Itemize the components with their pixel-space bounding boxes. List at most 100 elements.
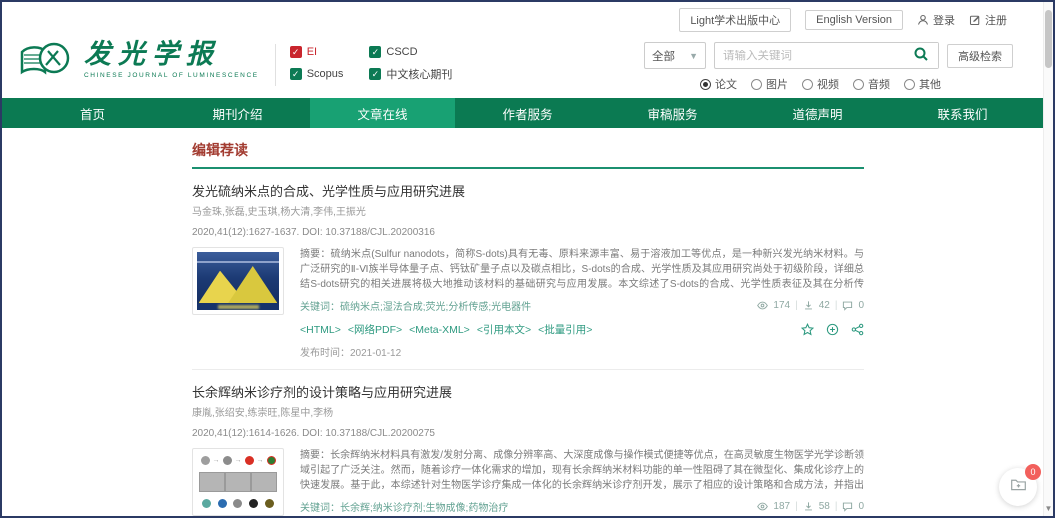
radio-icon bbox=[700, 79, 711, 90]
checkbox-icon: ✓ bbox=[369, 68, 381, 80]
nav-item-review-services[interactable]: 审稿服务 bbox=[600, 98, 745, 128]
login-label: 登录 bbox=[933, 12, 955, 28]
search-type-radios: 论文 图片 视频 音频 其他 bbox=[700, 76, 941, 92]
nav-item-author-services[interactable]: 作者服务 bbox=[455, 98, 600, 128]
header-divider bbox=[275, 44, 276, 86]
article-thumbnail[interactable] bbox=[192, 247, 284, 315]
article-item: 发光硫纳米点的合成、光学性质与应用研究进展 马金珠,张磊,史玉琪,杨大清,李伟,… bbox=[192, 169, 864, 370]
publish-time: 发布时间：2021-01-12 bbox=[300, 344, 864, 359]
nav-item-journal-intro[interactable]: 期刊介绍 bbox=[165, 98, 310, 128]
radio-label: 音频 bbox=[868, 76, 890, 92]
nav-item-articles-online[interactable]: 文章在线 bbox=[310, 98, 455, 128]
english-version-button[interactable]: English Version bbox=[805, 10, 903, 30]
search-scope-value: 全部 bbox=[652, 48, 675, 64]
advanced-search-button[interactable]: 高级检索 bbox=[947, 44, 1013, 68]
article-citation-doi: 2020,41(12):1627-1637. DOI: 10.37188/CJL… bbox=[192, 227, 864, 238]
radio-icon bbox=[802, 79, 813, 90]
views-count: 187 bbox=[773, 501, 790, 512]
radio-video[interactable]: 视频 bbox=[802, 76, 839, 92]
views-icon bbox=[757, 300, 768, 311]
batch-cite-link[interactable]: <批量引用> bbox=[538, 322, 592, 337]
journal-homepage: Light学术出版中心 English Version 登录 注册 发光学报 bbox=[0, 0, 1055, 518]
article-authors: 康胤,张绍安,练崇旺,陈星中,李杨 bbox=[192, 404, 864, 419]
views-count: 174 bbox=[773, 300, 790, 311]
article-title[interactable]: 发光硫纳米点的合成、光学性质与应用研究进展 bbox=[192, 181, 864, 200]
register-icon bbox=[969, 14, 981, 26]
comments-count: 0 bbox=[858, 300, 864, 311]
nav-item-contact-us[interactable]: 联系我们 bbox=[890, 98, 1035, 128]
search-input[interactable] bbox=[715, 50, 904, 62]
user-icon bbox=[917, 14, 929, 26]
radio-label: 图片 bbox=[766, 76, 788, 92]
article-keywords: 关键词：硫纳米点;湿法合成;荧光;分析传感;光电器件 bbox=[300, 298, 531, 313]
journal-logo[interactable]: 发光学报 CHINESE JOURNAL OF LUMINESCENCE bbox=[18, 38, 259, 82]
keywords-row: 关键词：长余辉;纳米诊疗剂;生物成像;药物治疗 187 | 58 | 0 bbox=[300, 499, 864, 514]
scrollbar-down-arrow-icon[interactable]: ▼ bbox=[1044, 504, 1053, 513]
download-icon bbox=[803, 501, 814, 512]
radio-other[interactable]: 其他 bbox=[904, 76, 941, 92]
favorite-star-icon[interactable] bbox=[801, 323, 814, 336]
checkbox-icon: ✓ bbox=[290, 46, 302, 58]
article-thumbnail[interactable]: → → → bbox=[192, 448, 284, 516]
sulfur-piles-image bbox=[197, 252, 279, 310]
radio-paper[interactable]: 论文 bbox=[700, 76, 737, 92]
article-body: → → → bbox=[192, 448, 864, 518]
comments-icon bbox=[842, 501, 853, 512]
search-button[interactable] bbox=[904, 43, 938, 68]
search-row: 全部 ▼ 高级检索 bbox=[644, 42, 1013, 69]
top-utility-bar: Light学术出版中心 English Version 登录 注册 bbox=[2, 2, 1053, 36]
article-action-icons bbox=[801, 323, 864, 336]
article-citation-doi: 2020,41(12):1614-1626. DOI: 10.37188/CJL… bbox=[192, 428, 864, 439]
collection-float-button[interactable]: 0 bbox=[999, 468, 1037, 506]
journal-name-cn: 发光学报 bbox=[84, 41, 259, 69]
search-zone: 全部 ▼ 高级检索 论文 图片 bbox=[644, 42, 1013, 92]
pdf-link[interactable]: <网络PDF> bbox=[348, 322, 402, 337]
register-link[interactable]: 注册 bbox=[969, 12, 1007, 28]
radio-icon bbox=[751, 79, 762, 90]
journal-logo-book-icon bbox=[18, 38, 76, 82]
nav-item-home[interactable]: 首页 bbox=[20, 98, 165, 128]
article-right-column: 摘要：硫纳米点(Sulfur nanodots，简称S-dots)具有无毒、原料… bbox=[300, 247, 864, 359]
index-badges: ✓ EI ✓ CSCD ✓ Scopus ✓ 中文核心期刊 bbox=[290, 46, 453, 82]
meta-xml-link[interactable]: <Meta-XML> bbox=[409, 324, 470, 336]
checkbox-icon: ✓ bbox=[369, 46, 381, 58]
article-abstract: 摘要：硫纳米点(Sulfur nanodots，简称S-dots)具有无毒、原料… bbox=[300, 247, 864, 292]
login-link[interactable]: 登录 bbox=[917, 12, 955, 28]
article-abstract: 摘要：长余辉纳米材料具有激发/发射分离、成像分辨率高、大深度成像与操作模式便捷等… bbox=[300, 448, 864, 493]
radio-label: 视频 bbox=[817, 76, 839, 92]
comments-icon bbox=[842, 300, 853, 311]
radio-audio[interactable]: 音频 bbox=[853, 76, 890, 92]
nav-item-ethics-statement[interactable]: 道德声明 bbox=[745, 98, 890, 128]
radio-image[interactable]: 图片 bbox=[751, 76, 788, 92]
cite-article-link[interactable]: <引用本文> bbox=[477, 322, 531, 337]
badge-ei: ✓ EI bbox=[290, 46, 344, 58]
journal-title-block: 发光学报 CHINESE JOURNAL OF LUMINESCENCE bbox=[84, 41, 259, 78]
article-body: 摘要：硫纳米点(Sulfur nanodots，简称S-dots)具有无毒、原料… bbox=[192, 247, 864, 359]
article-links-row: <HTML> <网络PDF> <Meta-XML> <引用本文> <批量引用> bbox=[300, 322, 864, 337]
keywords-row: 关键词：硫纳米点;湿法合成;荧光;分析传感;光电器件 174 | 42 | 0 bbox=[300, 298, 864, 313]
radio-icon bbox=[853, 79, 864, 90]
article-title[interactable]: 长余辉纳米诊疗剂的设计策略与应用研究进展 bbox=[192, 382, 864, 401]
html-link[interactable]: <HTML> bbox=[300, 324, 341, 336]
share-icon[interactable] bbox=[851, 323, 864, 336]
badge-label: Scopus bbox=[307, 68, 344, 80]
nanoparticle-scheme-image: → → → bbox=[197, 453, 279, 511]
page-scrollbar[interactable]: ▼ bbox=[1043, 2, 1053, 516]
radio-label: 论文 bbox=[715, 76, 737, 92]
scrollbar-thumb[interactable] bbox=[1045, 10, 1052, 68]
search-box bbox=[714, 42, 939, 69]
collection-count-badge: 0 bbox=[1025, 464, 1041, 480]
checkbox-icon: ✓ bbox=[290, 68, 302, 80]
search-scope-select[interactable]: 全部 ▼ bbox=[644, 42, 706, 69]
downloads-count: 42 bbox=[819, 300, 830, 311]
journal-name-en: CHINESE JOURNAL OF LUMINESCENCE bbox=[84, 72, 259, 79]
badge-label: CSCD bbox=[386, 46, 417, 58]
register-label: 注册 bbox=[985, 12, 1007, 28]
downloads-count: 58 bbox=[819, 501, 830, 512]
main-content: 编辑荐读 发光硫纳米点的合成、光学性质与应用研究进展 马金珠,张磊,史玉琪,杨大… bbox=[2, 128, 864, 518]
article-authors: 马金珠,张磊,史玉琪,杨大清,李伟,王振光 bbox=[192, 203, 864, 218]
badge-cscd: ✓ CSCD bbox=[369, 46, 452, 58]
add-circle-icon[interactable] bbox=[826, 323, 839, 336]
radio-icon bbox=[904, 79, 915, 90]
publisher-center-button[interactable]: Light学术出版中心 bbox=[679, 8, 791, 32]
